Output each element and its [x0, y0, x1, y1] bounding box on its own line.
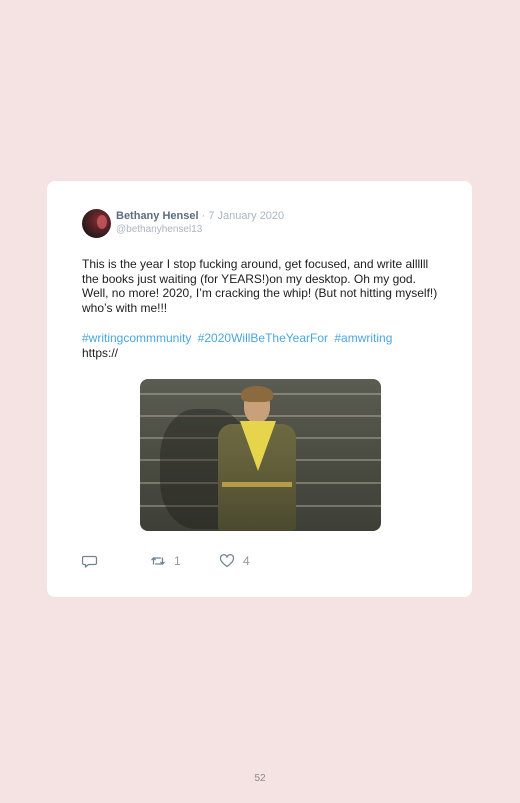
- media-figure-hair: [241, 386, 273, 402]
- hashtag-link[interactable]: #writingcommmunity: [82, 331, 191, 345]
- tweet-body: This is the year I stop fucking around, …: [82, 257, 438, 315]
- media-figure-belt: [222, 482, 292, 487]
- like-count: 4: [243, 554, 250, 568]
- tweet-author-line: Bethany Hensel · 7 January 2020: [116, 210, 284, 222]
- author-separator: ·: [201, 210, 206, 222]
- tweet-hashtags: #writingcommmunity #2020WillBeTheYearFor…: [82, 331, 442, 346]
- tweet-link[interactable]: https://: [82, 346, 118, 360]
- author-name[interactable]: Bethany Hensel: [116, 210, 199, 222]
- retweet-icon: [151, 557, 165, 565]
- heart-icon: [219, 553, 235, 568]
- tweet-card: Bethany Hensel · 7 January 2020 @bethany…: [47, 181, 472, 597]
- tweet-date[interactable]: 7 January 2020: [208, 210, 284, 222]
- avatar[interactable]: [82, 209, 111, 238]
- hashtag-link[interactable]: #2020WillBeTheYearFor: [198, 331, 328, 345]
- tweet-media-image[interactable]: [140, 379, 381, 531]
- reply-button[interactable]: [82, 552, 98, 570]
- page-number: 52: [254, 773, 266, 784]
- like-button[interactable]: 4: [219, 552, 250, 570]
- reply-icon: [82, 555, 98, 568]
- retweet-count: 1: [174, 554, 181, 568]
- author-handle[interactable]: @bethanyhensel13: [116, 224, 202, 235]
- media-figure-scarf: [240, 421, 276, 471]
- tweet-actions: 1 4: [82, 552, 442, 570]
- retweet-button[interactable]: 1: [150, 552, 181, 570]
- hashtag-link[interactable]: #amwriting: [334, 331, 392, 345]
